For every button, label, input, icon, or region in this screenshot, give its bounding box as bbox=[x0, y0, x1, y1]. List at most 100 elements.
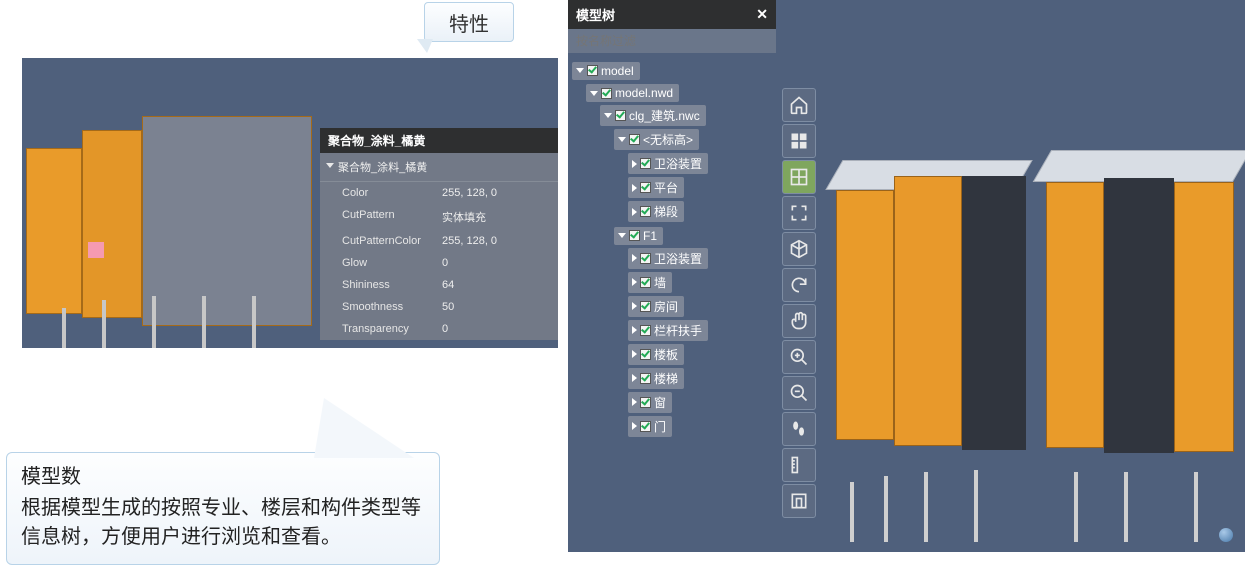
section-icon[interactable] bbox=[782, 484, 816, 518]
property-key: Shininess bbox=[342, 279, 442, 291]
chevron-right-icon[interactable] bbox=[632, 302, 637, 310]
tree-node-label: 梯段 bbox=[654, 203, 678, 220]
property-row: Glow0 bbox=[320, 252, 558, 274]
checkbox[interactable] bbox=[629, 230, 640, 241]
chevron-right-icon[interactable] bbox=[632, 160, 637, 168]
property-value: 255, 128, 0 bbox=[442, 187, 558, 199]
property-row: Smoothness50 bbox=[320, 296, 558, 318]
tree-node-label: F1 bbox=[643, 229, 657, 243]
tree-node-label: 楼梯 bbox=[654, 370, 678, 387]
property-value: 0 bbox=[442, 323, 558, 335]
property-row: CutPattern实体填充 bbox=[320, 204, 558, 230]
left-region: 特性 聚合物_涂料_橘黄 ✕ 聚合物_涂料_橘黄 Color255, 128, … bbox=[0, 0, 568, 552]
checkbox[interactable] bbox=[601, 88, 612, 99]
tree-node[interactable]: F1 bbox=[614, 225, 776, 245]
property-row: Shininess64 bbox=[320, 274, 558, 296]
checkbox[interactable] bbox=[640, 349, 651, 360]
checkbox[interactable] bbox=[640, 206, 651, 217]
building-block bbox=[836, 190, 894, 440]
tree-node[interactable]: 楼梯 bbox=[628, 368, 776, 389]
windows-icon[interactable] bbox=[782, 124, 816, 158]
zoom-out-icon[interactable] bbox=[782, 376, 816, 410]
tree-node-label: 房间 bbox=[654, 298, 678, 315]
tree-node[interactable]: 梯段 bbox=[628, 201, 776, 222]
walk-icon[interactable] bbox=[782, 412, 816, 446]
checkbox[interactable] bbox=[615, 110, 626, 121]
column bbox=[850, 482, 854, 542]
model-tree-title-bar[interactable]: 模型树 ✕ bbox=[568, 0, 776, 29]
tree-body[interactable]: model model.nwd clg_建筑.nwc <无标高> 卫浴装置 平台… bbox=[568, 53, 776, 553]
zoom-in-icon[interactable] bbox=[782, 340, 816, 374]
chevron-right-icon[interactable] bbox=[632, 326, 637, 334]
column bbox=[1074, 472, 1078, 542]
tree-node[interactable]: 门 bbox=[628, 416, 776, 437]
checkbox[interactable] bbox=[629, 134, 640, 145]
tree-node[interactable]: model.nwd bbox=[586, 83, 776, 103]
property-key: Color bbox=[342, 187, 442, 199]
tree-node[interactable]: <无标高> bbox=[614, 129, 776, 150]
fullscreen-icon[interactable] bbox=[782, 196, 816, 230]
checkbox[interactable] bbox=[640, 182, 651, 193]
tree-node[interactable]: 平台 bbox=[628, 177, 776, 198]
building-facade bbox=[1104, 178, 1174, 453]
chevron-right-icon[interactable] bbox=[632, 374, 637, 382]
property-value: 255, 128, 0 bbox=[442, 235, 558, 247]
tree-search-input[interactable] bbox=[568, 29, 776, 53]
checkbox[interactable] bbox=[640, 421, 651, 432]
property-key: Transparency bbox=[342, 323, 442, 335]
properties-panel-title-bar[interactable]: 聚合物_涂料_橘黄 ✕ bbox=[320, 128, 558, 153]
property-row: Color255, 128, 0 bbox=[320, 182, 558, 204]
chevron-down-icon[interactable] bbox=[590, 91, 598, 96]
chevron-down-icon[interactable] bbox=[618, 233, 626, 238]
checkbox[interactable] bbox=[587, 65, 598, 76]
chevron-right-icon[interactable] bbox=[632, 350, 637, 358]
left-3d-viewport[interactable]: 聚合物_涂料_橘黄 ✕ 聚合物_涂料_橘黄 Color255, 128, 0 C… bbox=[22, 58, 558, 348]
column bbox=[1124, 472, 1128, 542]
tree-node-label: 卫浴装置 bbox=[654, 155, 702, 172]
pan-icon[interactable] bbox=[782, 304, 816, 338]
checkbox[interactable] bbox=[640, 253, 651, 264]
chevron-right-icon[interactable] bbox=[632, 278, 637, 286]
chevron-down-icon[interactable] bbox=[604, 113, 612, 118]
properties-item-name: 聚合物_涂料_橘黄 bbox=[338, 162, 427, 174]
tree-node-label: 卫浴装置 bbox=[654, 250, 702, 267]
building-facade bbox=[142, 116, 312, 326]
checkbox[interactable] bbox=[640, 277, 651, 288]
checkbox[interactable] bbox=[640, 158, 651, 169]
close-icon[interactable]: ✕ bbox=[756, 6, 768, 23]
callout-bottom-body: 根据模型生成的按照专业、楼层和构件类型等信息树，方便用户进行浏览和查看。 bbox=[21, 497, 421, 548]
cube-icon[interactable] bbox=[782, 232, 816, 266]
column bbox=[102, 300, 106, 348]
properties-item-header[interactable]: 聚合物_涂料_橘黄 bbox=[320, 153, 558, 182]
chevron-right-icon[interactable] bbox=[632, 208, 637, 216]
tree-node-label: 平台 bbox=[654, 179, 678, 196]
tree-node[interactable]: model bbox=[572, 60, 776, 80]
checkbox[interactable] bbox=[640, 373, 651, 384]
tree-node[interactable]: 卫浴装置 bbox=[628, 248, 776, 269]
tree-node[interactable]: 卫浴装置 bbox=[628, 153, 776, 174]
tree-node[interactable]: 栏杆扶手 bbox=[628, 320, 776, 341]
tree-node[interactable]: 楼板 bbox=[628, 344, 776, 365]
chevron-right-icon[interactable] bbox=[632, 422, 637, 430]
checkbox[interactable] bbox=[640, 325, 651, 336]
tree-node-label: <无标高> bbox=[643, 131, 693, 148]
tree-node[interactable]: 墙 bbox=[628, 272, 776, 293]
tree-node[interactable]: clg_建筑.nwc bbox=[600, 105, 776, 126]
right-3d-viewport[interactable] bbox=[824, 0, 1245, 552]
chevron-right-icon[interactable] bbox=[632, 254, 637, 262]
grid-icon[interactable] bbox=[782, 160, 816, 194]
refresh-icon[interactable] bbox=[782, 268, 816, 302]
checkbox[interactable] bbox=[640, 397, 651, 408]
chevron-right-icon[interactable] bbox=[632, 184, 637, 192]
home-icon[interactable] bbox=[782, 88, 816, 122]
tree-node-label: model.nwd bbox=[615, 86, 673, 100]
chevron-down-icon[interactable] bbox=[576, 68, 584, 73]
chevron-right-icon[interactable] bbox=[632, 398, 637, 406]
property-row: CutPatternColor255, 128, 0 bbox=[320, 230, 558, 252]
column bbox=[152, 296, 156, 348]
tree-node[interactable]: 房间 bbox=[628, 296, 776, 317]
tree-node[interactable]: 窗 bbox=[628, 392, 776, 413]
checkbox[interactable] bbox=[640, 301, 651, 312]
ruler-icon[interactable] bbox=[782, 448, 816, 482]
chevron-down-icon[interactable] bbox=[618, 137, 626, 142]
